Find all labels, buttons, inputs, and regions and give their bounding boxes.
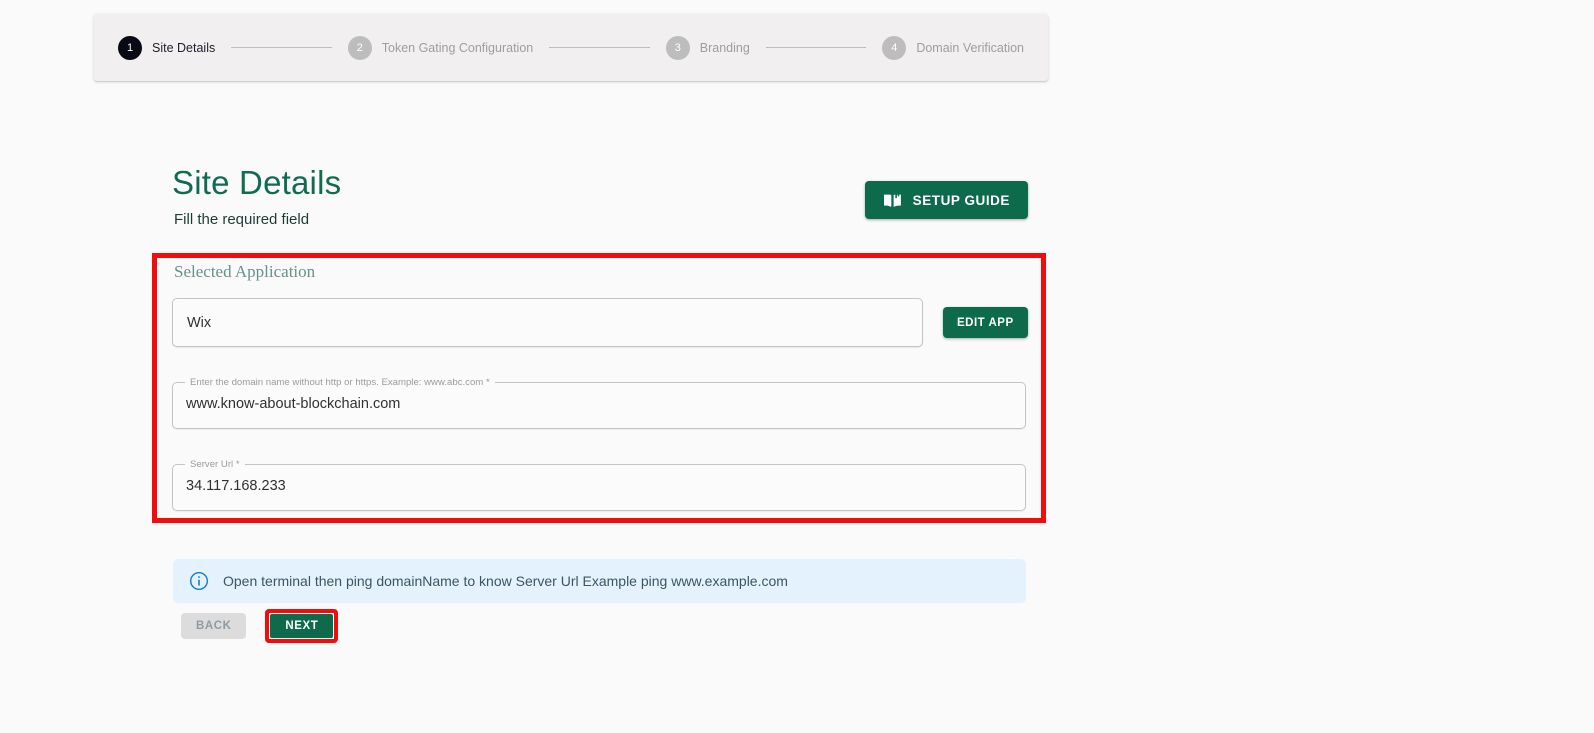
- info-alert: Open terminal then ping domainName to kn…: [173, 559, 1026, 603]
- stepper-step-branding[interactable]: 3 Branding: [665, 35, 750, 60]
- stepper-step-site-details[interactable]: 1 Site Details: [118, 35, 216, 60]
- site-details-form: Selected Application Wix EDIT APP Enter …: [172, 262, 1028, 511]
- step-label: Branding: [699, 40, 750, 55]
- page-subtitle: Fill the required field: [174, 210, 310, 228]
- setup-guide-button[interactable]: SETUP GUIDE: [864, 181, 1028, 219]
- step-label: Site Details: [152, 40, 216, 55]
- info-alert-text: Open terminal then ping domainName to kn…: [223, 573, 788, 589]
- back-button[interactable]: BACK: [181, 613, 247, 639]
- server-url-field-value: 34.117.168.233: [186, 477, 286, 494]
- server-url-field-outline: Server Url *: [172, 460, 1026, 511]
- next-button[interactable]: NEXT: [270, 614, 334, 638]
- step-number-badge: 2: [347, 35, 372, 60]
- step-label: Token Gating Configuration: [381, 40, 534, 55]
- page-header: Site Details Fill the required field SET…: [172, 164, 1028, 228]
- step-connector: [231, 47, 332, 48]
- selected-application-label: Selected Application: [174, 262, 316, 281]
- step-number-badge: 3: [665, 35, 690, 60]
- step-number-badge: 4: [882, 35, 907, 60]
- selected-application-value: Wix: [187, 314, 212, 331]
- setup-guide-label: SETUP GUIDE: [912, 192, 1010, 208]
- selected-application-row: Wix EDIT APP: [172, 298, 1028, 347]
- page-title: Site Details: [172, 164, 342, 201]
- step-connector: [765, 47, 867, 48]
- form-footer-buttons: BACK NEXT: [181, 609, 339, 643]
- server-url-field[interactable]: Server Url * 34.117.168.233: [172, 460, 1026, 511]
- selected-application-input[interactable]: Wix: [172, 298, 923, 347]
- edit-app-button[interactable]: EDIT APP: [943, 307, 1028, 338]
- domain-name-field-value: www.know-about-blockchain.com: [186, 395, 401, 412]
- step-number-badge: 1: [118, 35, 142, 60]
- highlight-annotation-next: NEXT: [265, 609, 339, 643]
- info-circle-icon: [189, 571, 209, 591]
- domain-name-field[interactable]: Enter the domain name without http or ht…: [172, 378, 1026, 429]
- menu-book-icon: [883, 192, 902, 208]
- step-connector: [549, 47, 650, 48]
- page-heading-group: Site Details Fill the required field: [172, 164, 341, 228]
- step-label: Domain Verification: [916, 40, 1025, 55]
- stepper-step-domain-verification[interactable]: 4 Domain Verification: [882, 35, 1025, 60]
- stepper-step-token-gating-configuration[interactable]: 2 Token Gating Configuration: [347, 35, 534, 60]
- wizard-stepper: 1 Site Details 2 Token Gating Configurat…: [94, 14, 1048, 81]
